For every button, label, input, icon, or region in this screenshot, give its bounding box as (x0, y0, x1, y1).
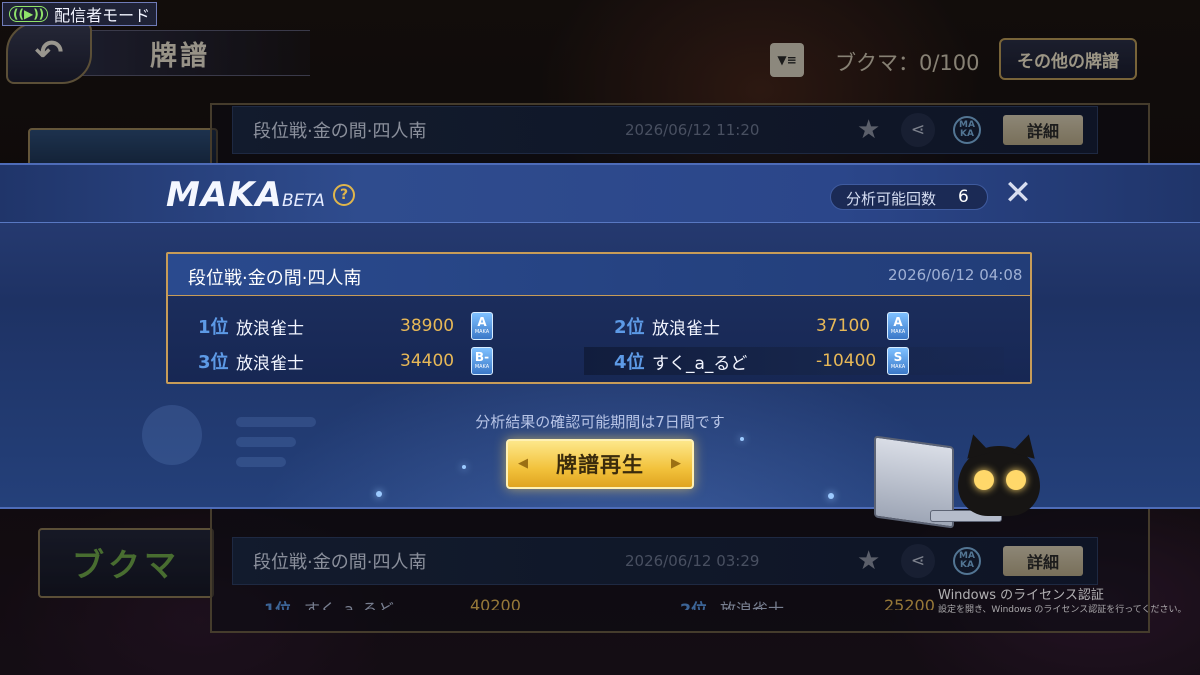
result-card-title: 段位戦·金の間·四人南 (188, 268, 362, 289)
player-name: 放浪雀士 (652, 318, 720, 339)
player-row-self: 4位 すく_a_るど -10400 S MAKA (584, 347, 1004, 375)
rank-label: 3位 (198, 352, 229, 373)
replay-button[interactable]: ◀ 牌譜再生 ▶ (506, 439, 694, 489)
player-name: 放浪雀士 (236, 353, 304, 374)
arrow-left-icon: ◀ (518, 456, 529, 471)
sparkle (828, 493, 834, 499)
help-icon[interactable]: ? (333, 184, 355, 206)
arrow-right-icon: ▶ (671, 456, 682, 471)
remaining-count-value: 6 (958, 187, 969, 207)
cat-mascot (958, 431, 1041, 516)
windows-watermark-text: 設定を開き、Windows のライセンス認証を行ってください。 (938, 605, 1187, 615)
player-score: 37100 (816, 316, 871, 336)
player-row: 2位 放浪雀士 37100 A MAKA (584, 312, 1004, 340)
result-card: 段位戦·金の間·四人南 2026/06/12 04:08 1位 放浪雀士 389… (166, 252, 1032, 384)
grade-badge: A MAKA (887, 312, 909, 340)
cat-eye (974, 470, 994, 490)
maka-title: MAKA (166, 175, 283, 215)
rank-label: 4位 (614, 352, 645, 373)
grade-letter: A (893, 315, 903, 329)
grade-caption: MAKA (890, 329, 906, 335)
bar-decoration (236, 457, 286, 467)
cat-ear (961, 431, 991, 459)
grade-caption: MAKA (474, 364, 490, 370)
sparkle (462, 465, 466, 469)
bar-decoration (236, 437, 296, 447)
replay-label: 牌譜再生 (556, 453, 644, 477)
grade-letter: S (893, 350, 903, 364)
grade-badge: S MAKA (887, 347, 909, 375)
result-card-date: 2026/06/12 04:08 (888, 266, 1023, 284)
rank-label: 2位 (614, 317, 645, 338)
player-name: すく_a_るど (652, 353, 748, 374)
grade-caption: MAKA (890, 364, 906, 370)
result-card-header: 段位戦·金の間·四人南 2026/06/12 04:08 (168, 254, 1030, 296)
sparkle (376, 491, 382, 497)
grade-badge: A MAKA (471, 312, 493, 340)
grade-letter: B- (474, 350, 490, 364)
grade-badge: B- MAKA (471, 347, 493, 375)
grade-letter: A (477, 315, 487, 329)
streamer-mode-label: 配信者モード (54, 6, 151, 25)
cat-eye (1006, 470, 1026, 490)
sparkle (740, 437, 744, 441)
rank-label: 1位 (198, 317, 229, 338)
player-score: -10400 (816, 351, 877, 371)
retention-notice: 分析結果の確認可能期間は7日間です (475, 413, 725, 431)
player-name: 放浪雀士 (236, 318, 304, 339)
grade-caption: MAKA (474, 329, 490, 335)
player-row: 3位 放浪雀士 34400 B- MAKA (168, 347, 588, 375)
close-icon[interactable]: ✕ (1002, 175, 1034, 211)
broadcast-icon: ((▶)) (9, 6, 49, 22)
remaining-count-label: 分析可能回数 (846, 190, 937, 208)
player-score: 38900 (400, 316, 455, 336)
windows-watermark-title: Windows のライセンス認証 (938, 588, 1104, 603)
beta-label: BETA (282, 191, 325, 211)
player-row: 1位 放浪雀士 38900 A MAKA (168, 312, 588, 340)
streamer-mode-badge: ((▶)) 配信者モード (2, 2, 158, 26)
player-score: 34400 (400, 351, 455, 371)
